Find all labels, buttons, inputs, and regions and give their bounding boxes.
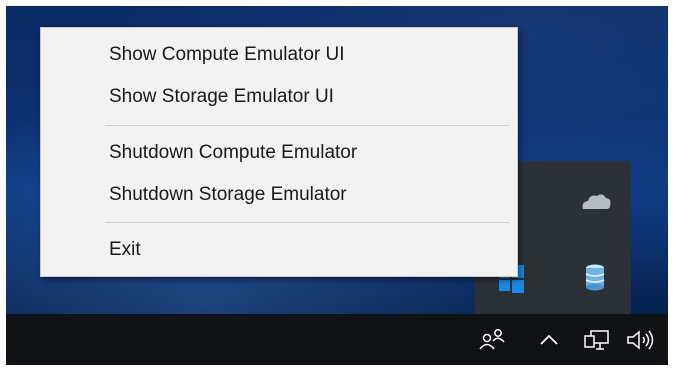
screenshot-frame: Show Compute Emulator UI Show Storage Em… [6,6,668,365]
shutdown-compute-emulator-item[interactable]: Shutdown Compute Emulator [41,134,517,172]
shutdown-storage-emulator-item[interactable]: Shutdown Storage Emulator [41,176,517,214]
emulator-context-menu: Show Compute Emulator UI Show Storage Em… [40,27,518,277]
taskbar [6,314,668,365]
menu-item-label: Shutdown Compute Emulator [109,142,358,163]
menu-item-label: Shutdown Storage Emulator [109,184,347,205]
exit-item[interactable]: Exit [41,231,517,269]
menu-separator [105,222,509,223]
menu-item-label: Show Storage Emulator UI [109,86,334,107]
storage-emulator-icon[interactable] [569,253,621,305]
show-hidden-icons-chevron-icon[interactable] [536,327,562,353]
menu-item-label: Show Compute Emulator UI [109,44,345,65]
menu-separator [105,125,509,126]
people-icon[interactable] [478,327,508,353]
volume-icon[interactable] [624,327,658,353]
network-icon[interactable] [582,327,612,353]
show-storage-emulator-ui-item[interactable]: Show Storage Emulator UI [41,78,517,116]
onedrive-cloud-icon[interactable] [569,175,621,227]
menu-item-label: Exit [109,239,141,260]
show-compute-emulator-ui-item[interactable]: Show Compute Emulator UI [41,36,517,74]
